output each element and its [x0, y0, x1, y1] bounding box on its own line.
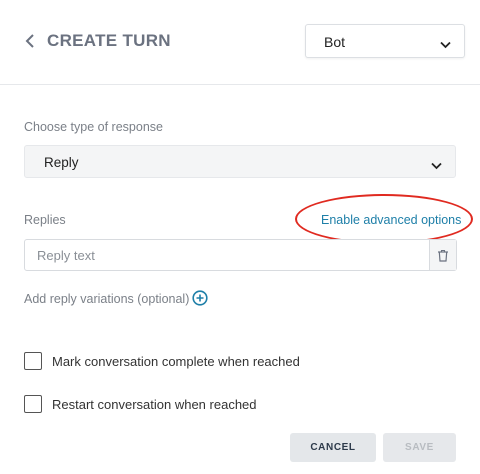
- add-reply-variations-label[interactable]: Add reply variations (optional): [24, 292, 189, 306]
- highlight-annotation-ellipse: [295, 194, 473, 244]
- page-header: CREATE TURN Bot: [0, 0, 480, 85]
- cancel-button[interactable]: CANCEL: [290, 433, 376, 462]
- chevron-down-icon: [440, 36, 451, 54]
- chevron-down-icon: [431, 157, 442, 175]
- back-chevron-icon[interactable]: [22, 31, 38, 51]
- reply-text-field: [24, 239, 457, 271]
- save-button[interactable]: SAVE: [383, 433, 456, 462]
- reply-text-input[interactable]: [25, 240, 429, 270]
- mark-complete-label: Mark conversation complete when reached: [52, 354, 300, 369]
- restart-conversation-checkbox[interactable]: [24, 395, 42, 413]
- response-type-label: Choose type of response: [24, 120, 163, 134]
- add-circle-icon[interactable]: [192, 290, 208, 306]
- replies-label: Replies: [24, 213, 66, 227]
- response-type-select[interactable]: Reply: [24, 145, 456, 178]
- trash-icon[interactable]: [429, 240, 456, 270]
- restart-conversation-label: Restart conversation when reached: [52, 397, 257, 412]
- page-title: CREATE TURN: [47, 31, 171, 50]
- speaker-select[interactable]: Bot: [305, 24, 465, 58]
- response-type-value: Reply: [44, 155, 79, 170]
- speaker-select-value: Bot: [324, 34, 346, 50]
- mark-complete-checkbox[interactable]: [24, 352, 42, 370]
